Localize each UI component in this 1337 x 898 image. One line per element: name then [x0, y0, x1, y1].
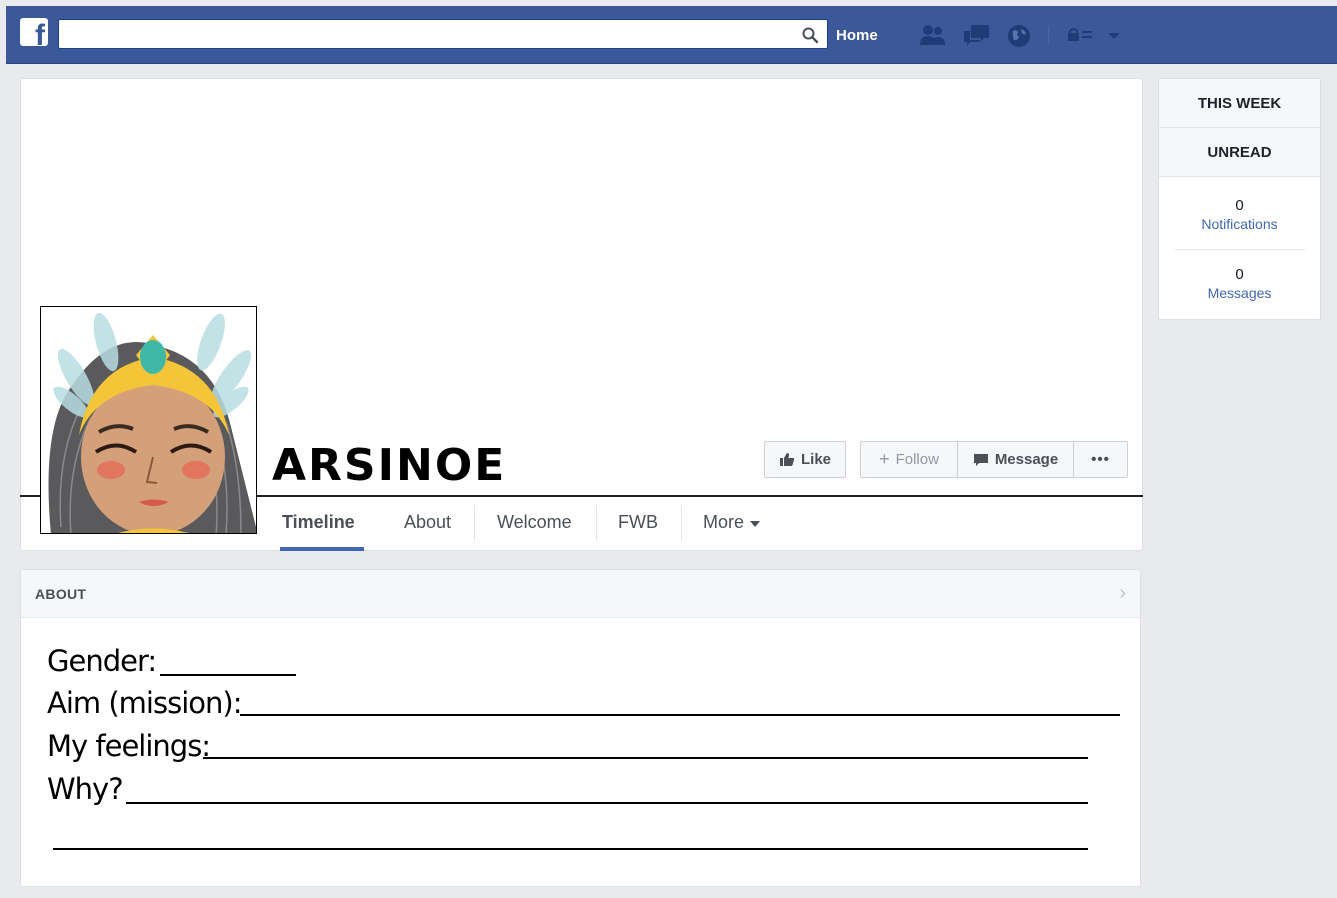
chevron-down-icon [750, 521, 761, 527]
why-answer-line[interactable] [126, 802, 1088, 804]
feelings-answer-line[interactable] [203, 757, 1088, 759]
notifications-globe-icon[interactable] [1006, 23, 1032, 49]
top-navigation-bar: f Home [6, 6, 1337, 64]
nav-divider [1048, 26, 1049, 44]
weekly-stats-panel: THIS WEEK UNREAD 0 Notifications 0 Messa… [1158, 78, 1321, 320]
notifications-link[interactable]: Notifications [1159, 216, 1320, 232]
aim-answer-line[interactable] [240, 714, 1120, 716]
field-why: Why? [47, 772, 124, 806]
tab-timeline[interactable]: Timeline [282, 512, 355, 533]
tab-fwb[interactable]: FWB [618, 512, 658, 533]
follow-label: Follow [895, 451, 939, 468]
field-feelings: My feelings: [47, 729, 211, 763]
friend-requests-icon[interactable] [918, 23, 948, 47]
messages-count: 0 [1235, 266, 1244, 283]
home-link[interactable]: Home [836, 27, 878, 44]
gender-answer-line[interactable] [160, 674, 296, 676]
privacy-shortcuts-icon[interactable] [1066, 27, 1096, 43]
extra-answer-line[interactable] [53, 848, 1088, 850]
about-card: ABOUT › [20, 569, 1141, 887]
chevron-right-icon[interactable]: › [1119, 582, 1126, 605]
like-button[interactable]: Like [764, 441, 846, 478]
messages-icon[interactable] [962, 23, 992, 49]
tab-more-label: More [703, 512, 745, 532]
search-icon[interactable] [801, 26, 819, 44]
about-card-header[interactable]: ABOUT › [21, 570, 1140, 618]
search-input[interactable] [58, 19, 828, 49]
stats-divider [1175, 249, 1305, 250]
unread-header[interactable]: UNREAD [1159, 128, 1320, 177]
field-aim: Aim (mission): [47, 686, 242, 720]
active-tab-indicator [280, 547, 364, 551]
notifications-stat[interactable]: 0 Notifications [1159, 197, 1320, 232]
tab-divider [474, 505, 475, 541]
tab-divider [596, 505, 597, 541]
profile-picture[interactable] [40, 306, 257, 534]
tab-more[interactable]: More [703, 512, 761, 533]
tab-welcome[interactable]: Welcome [497, 512, 572, 533]
thumbs-up-icon [779, 453, 795, 466]
plus-icon: + [879, 449, 890, 469]
messages-link[interactable]: Messages [1159, 285, 1320, 301]
this-week-header[interactable]: THIS WEEK [1159, 79, 1320, 128]
messages-stat[interactable]: 0 Messages [1159, 266, 1320, 301]
message-button[interactable]: Message [957, 441, 1074, 478]
account-menu-chevron-down-icon[interactable] [1106, 31, 1122, 41]
tab-divider [681, 505, 682, 541]
avatar-illustration [41, 307, 256, 533]
follow-button[interactable]: + Follow [860, 441, 958, 478]
facebook-logo-icon[interactable]: f [20, 18, 48, 46]
message-label: Message [994, 451, 1059, 468]
profile-name: ARSINOE [272, 440, 507, 491]
about-title: ABOUT [35, 586, 87, 602]
tab-about[interactable]: About [404, 512, 451, 533]
field-gender: Gender: [47, 644, 157, 678]
more-options-button[interactable]: ••• [1073, 441, 1128, 478]
ellipsis-icon: ••• [1091, 451, 1110, 468]
like-label: Like [800, 451, 831, 468]
notifications-count: 0 [1235, 197, 1244, 214]
message-icon [973, 453, 988, 466]
